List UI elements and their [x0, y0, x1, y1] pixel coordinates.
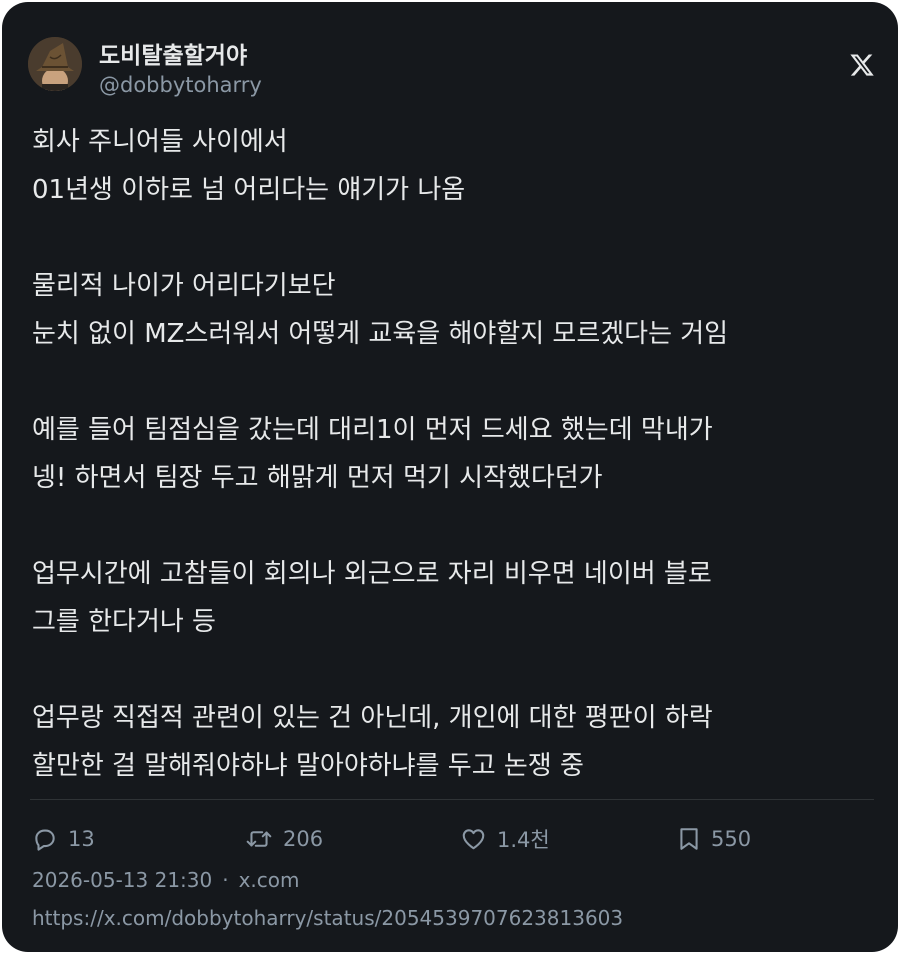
- x-logo-icon[interactable]: [849, 52, 875, 78]
- tweet-line: 그를 한다거나 등: [32, 607, 216, 637]
- tweet-line: 물리적 나이가 어리다기보단: [32, 271, 336, 301]
- tweet-line: 업무랑 직접적 관련이 있는 건 아닌데, 개인에 대한 평판이 하락: [32, 703, 713, 733]
- tweet-meta: 2026-05-13 21:30 · x.com: [32, 868, 300, 892]
- reply-button[interactable]: 13: [32, 822, 95, 856]
- tweet-line: 예를 들어 팀점심을 갔는데 대리1이 먼저 드세요 했는데 막내가: [32, 415, 713, 445]
- tweet-line: 눈치 없이 MZ스러워서 어떻게 교육을 해야할지 모르겠다는 거임: [32, 319, 729, 349]
- tweet-card: 도비탈출할거야 @dobbytoharry 회사 주니어들 사이에서 01년생 …: [2, 2, 898, 952]
- avatar[interactable]: [28, 37, 82, 91]
- display-name[interactable]: 도비탈출할거야: [99, 36, 247, 70]
- avatar-image: [28, 37, 82, 91]
- retweet-arrows-icon: [246, 831, 272, 847]
- user-handle[interactable]: @dobbytoharry: [99, 73, 262, 97]
- heart-icon: [462, 829, 485, 850]
- tweet-line: 01년생 이하로 넘 어리다는 얘기가 나옴: [32, 175, 466, 205]
- tweet-line: 회사 주니어들 사이에서: [32, 127, 288, 157]
- speech-bubble-icon: [35, 829, 55, 851]
- bookmark-icon: [680, 828, 698, 850]
- tweet-line: 업무시간에 고참들이 회의나 외근으로 자리 비우면 네이버 블로: [32, 559, 712, 589]
- tweet-line: 넹! 하면서 팀장 두고 해맑게 먼저 먹기 시작했다던가: [32, 463, 603, 493]
- like-count: 1.4천: [497, 828, 550, 852]
- divider: [30, 799, 874, 800]
- bookmark-button[interactable]: 550: [677, 822, 751, 856]
- source-link[interactable]: x.com: [239, 868, 300, 892]
- tweet-line: 할만한 걸 말해줘야하냐 말아야하냐를 두고 논쟁 중: [32, 751, 584, 781]
- tweet-text: 회사 주니어들 사이에서 01년생 이하로 넘 어리다는 얘기가 나옴 물리적 …: [32, 118, 877, 790]
- separator-dot: ·: [222, 868, 229, 892]
- retweet-button[interactable]: 206: [245, 822, 323, 856]
- bookmark-count: 550: [711, 827, 752, 851]
- retweet-count: 206: [283, 827, 324, 851]
- timestamp[interactable]: 2026-05-13 21:30: [32, 868, 212, 892]
- reply-count: 13: [68, 827, 95, 851]
- like-button[interactable]: 1.4천: [460, 822, 550, 856]
- status-url[interactable]: https://x.com/dobbytoharry/status/205453…: [32, 906, 623, 930]
